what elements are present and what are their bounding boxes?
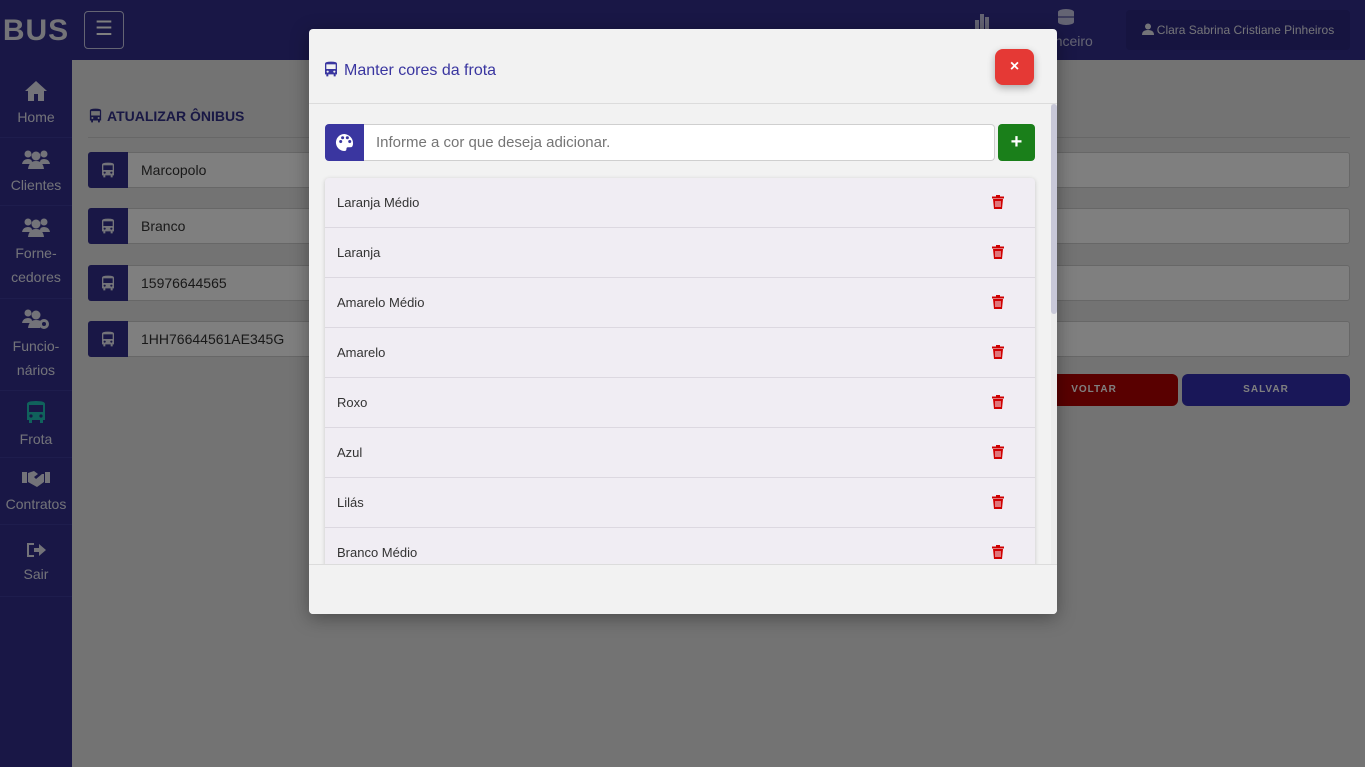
- list-item: Amarelo: [325, 328, 1035, 378]
- close-button[interactable]: ×: [995, 49, 1034, 85]
- trash-icon[interactable]: [992, 445, 1004, 459]
- scroll-thumb[interactable]: [1051, 104, 1057, 314]
- trash-icon[interactable]: [992, 545, 1004, 559]
- list-item: Amarelo Médio: [325, 278, 1035, 328]
- color-input[interactable]: [364, 124, 995, 161]
- list-item: Laranja: [325, 228, 1035, 278]
- bus-icon: [325, 61, 337, 77]
- color-list: Laranja Médio Laranja Amarelo Médio Amarelo…: [325, 178, 1035, 564]
- add-color-button[interactable]: +: [998, 124, 1035, 161]
- list-item: Branco Médio: [325, 528, 1035, 564]
- color-name: Azul: [337, 445, 363, 460]
- color-name: Branco Médio: [337, 545, 418, 560]
- fleet-colors-modal: Manter cores da frota × + Laranja MédioL…: [309, 29, 1057, 614]
- color-name: Lilás: [337, 495, 364, 510]
- color-name: Amarelo: [337, 345, 386, 360]
- trash-icon[interactable]: [992, 495, 1004, 509]
- modal-header: Manter cores da frota ×: [309, 29, 1057, 104]
- list-item: Lilás: [325, 478, 1035, 528]
- color-input-group: [325, 124, 995, 161]
- modal-title-text: Manter cores da frota: [344, 62, 497, 79]
- palette-icon: [335, 133, 354, 152]
- list-item: Laranja Médio: [325, 178, 1035, 228]
- input-prefix: [325, 124, 364, 161]
- color-name: Amarelo Médio: [337, 295, 425, 310]
- trash-icon[interactable]: [992, 195, 1004, 209]
- modal-body: + Laranja Médio Laranja Amarelo Médio Amare…: [309, 104, 1057, 564]
- color-name: Laranja Médio: [337, 195, 420, 210]
- trash-icon[interactable]: [992, 345, 1004, 359]
- color-name: Laranja: [337, 245, 381, 260]
- modal-footer: [309, 564, 1057, 614]
- trash-icon[interactable]: [992, 295, 1004, 309]
- list-item: Roxo: [325, 378, 1035, 428]
- modal-title: Manter cores da frota: [323, 61, 496, 80]
- trash-icon[interactable]: [992, 395, 1004, 409]
- trash-icon[interactable]: [992, 245, 1004, 259]
- color-name: Roxo: [337, 395, 368, 410]
- modal-scrollbar[interactable]: [1051, 104, 1057, 564]
- list-item: Azul: [325, 428, 1035, 478]
